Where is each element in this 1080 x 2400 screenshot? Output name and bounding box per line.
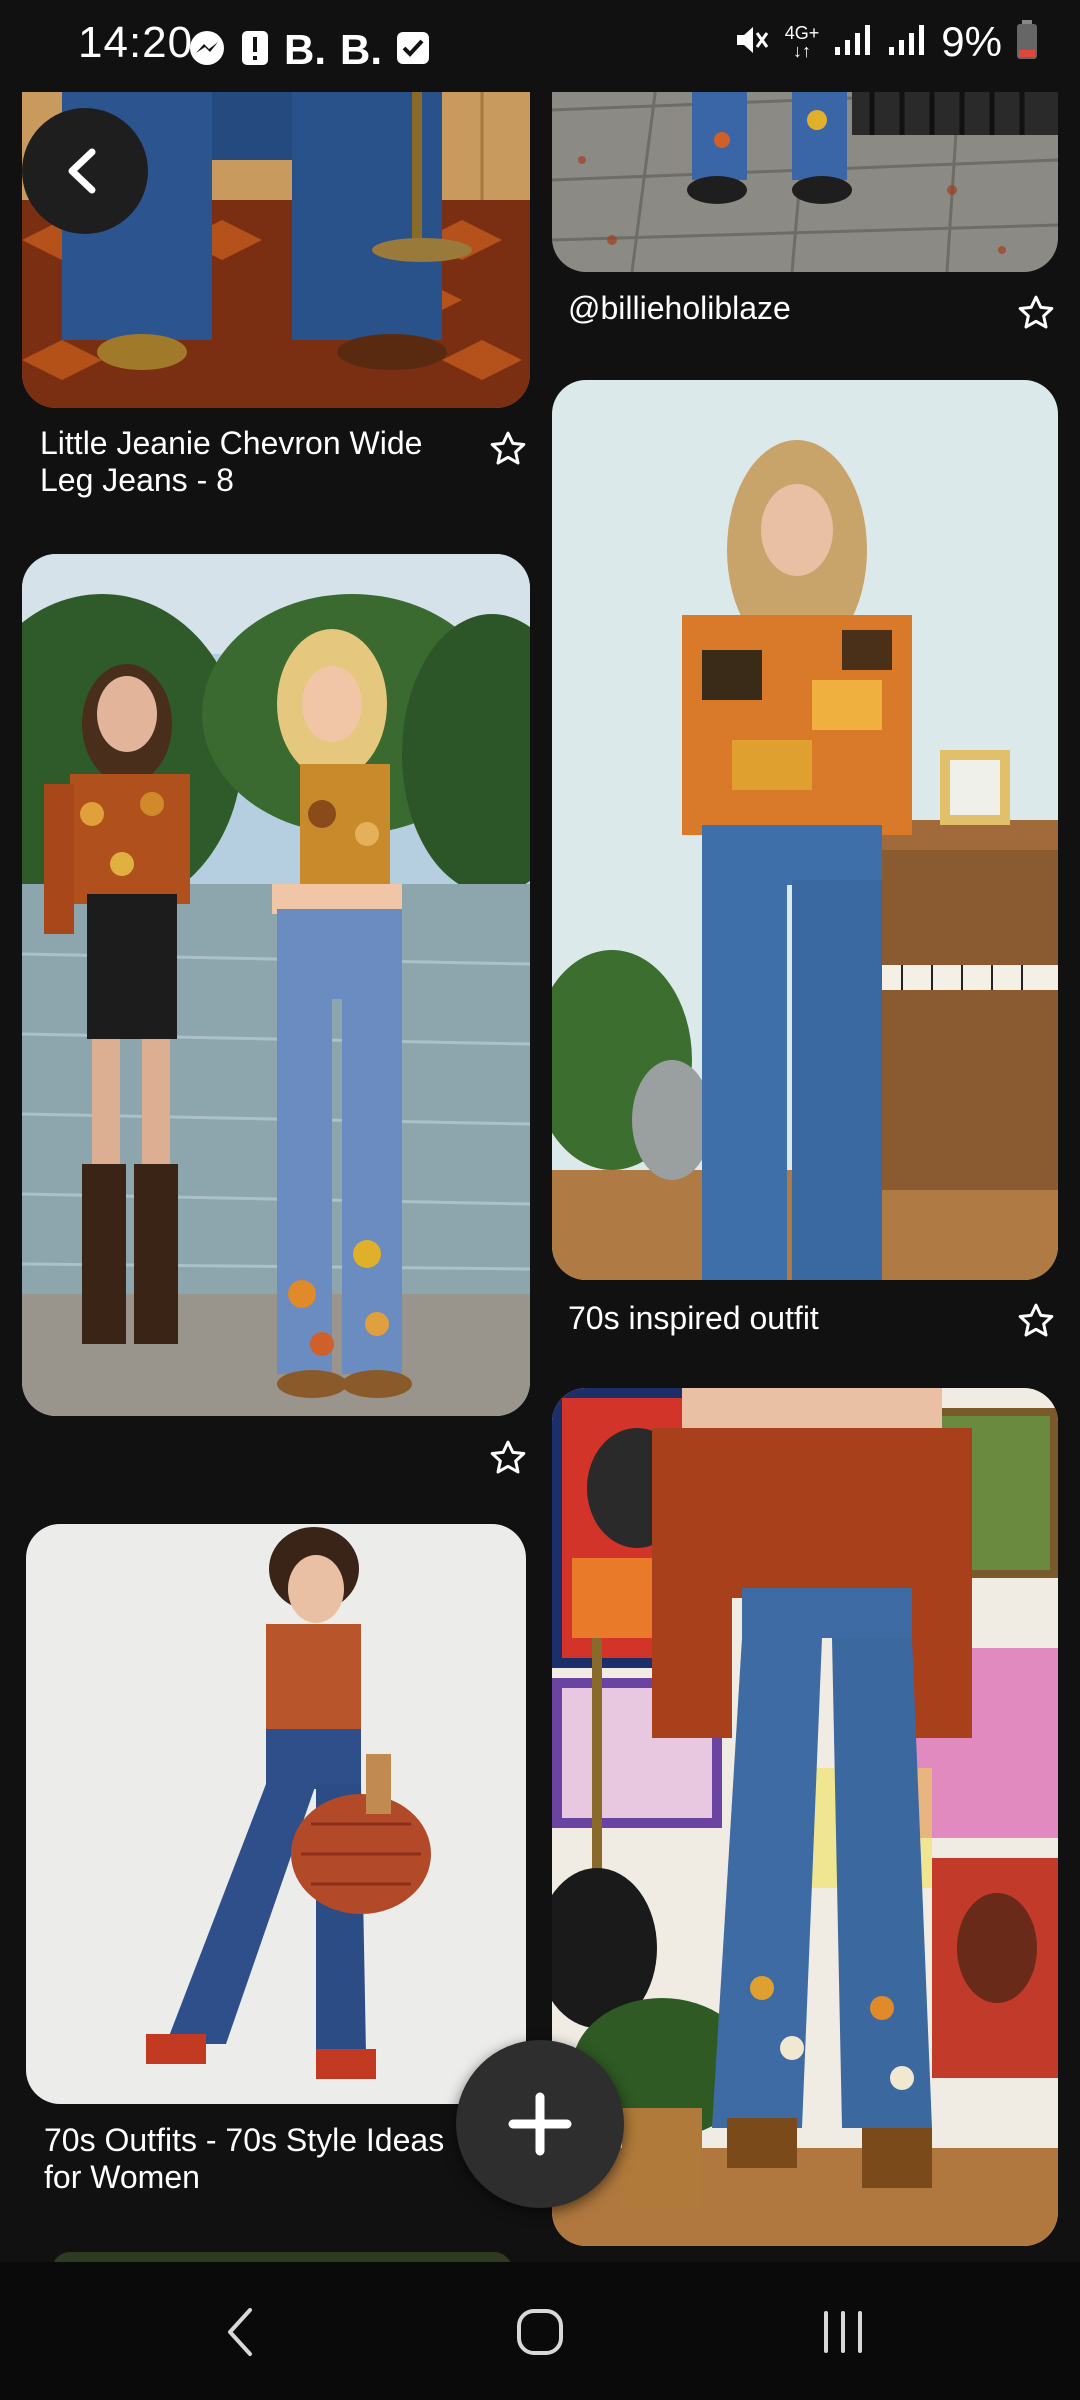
star-icon xyxy=(1018,1303,1054,1337)
pin-caption[interactable]: 70s Outfits - 70s Style Ideas for Women xyxy=(44,2122,464,2196)
pin-caption[interactable]: Little Jeanie Chevron Wide Leg Jeans - 8 xyxy=(40,425,460,499)
back-button[interactable] xyxy=(22,108,148,234)
pin-caption[interactable]: 70s inspired outfit xyxy=(568,1300,968,1337)
status-time: 14:20 xyxy=(78,18,194,67)
signal-icon xyxy=(833,23,873,62)
network-label: 4G+ xyxy=(784,23,820,43)
plus-icon xyxy=(508,2092,572,2156)
back-nav-icon xyxy=(228,2308,252,2356)
pin-caption[interactable]: @billieholiblaze xyxy=(568,290,968,327)
notification-icons: B. B. xyxy=(188,26,430,74)
signal-icon xyxy=(887,23,927,62)
bb-app-icon: B. xyxy=(340,26,382,73)
save-star-button[interactable] xyxy=(1014,291,1058,335)
system-recents-button[interactable] xyxy=(803,2292,883,2372)
screen: 14:20 B. B. 4G+ ↓↑ 9% Little Jeanie Chev… xyxy=(0,0,1080,2400)
pin-image[interactable] xyxy=(22,554,530,1416)
pin-image[interactable] xyxy=(552,380,1058,1280)
star-icon xyxy=(1018,295,1054,329)
chevron-left-icon xyxy=(68,148,96,194)
add-button[interactable] xyxy=(456,2040,624,2208)
mute-icon xyxy=(733,21,771,64)
star-icon xyxy=(490,1440,526,1474)
save-star-button[interactable] xyxy=(486,1436,530,1480)
home-nav-icon xyxy=(517,2309,563,2355)
save-star-button[interactable] xyxy=(1014,1299,1058,1343)
alert-icon xyxy=(240,29,270,72)
recents-nav-icon xyxy=(824,2311,862,2353)
pin-image[interactable] xyxy=(26,1524,526,2104)
status-right: 4G+ ↓↑ 9% xyxy=(733,18,1038,66)
messenger-icon xyxy=(188,29,226,72)
battery-icon xyxy=(1016,19,1038,65)
save-star-button[interactable] xyxy=(486,427,530,471)
star-icon xyxy=(490,431,526,465)
system-home-button[interactable] xyxy=(500,2292,580,2372)
bb-app-icon: B. xyxy=(284,26,326,73)
system-back-button[interactable] xyxy=(200,2292,280,2372)
network-type-icon: 4G+ ↓↑ xyxy=(784,23,820,61)
status-bar: 14:20 B. B. 4G+ ↓↑ 9% xyxy=(0,0,1080,92)
battery-percent: 9% xyxy=(941,18,1002,65)
checkbox-icon xyxy=(396,31,430,70)
pin-image[interactable] xyxy=(552,1388,1058,2246)
system-navigation-bar xyxy=(0,2262,1080,2400)
